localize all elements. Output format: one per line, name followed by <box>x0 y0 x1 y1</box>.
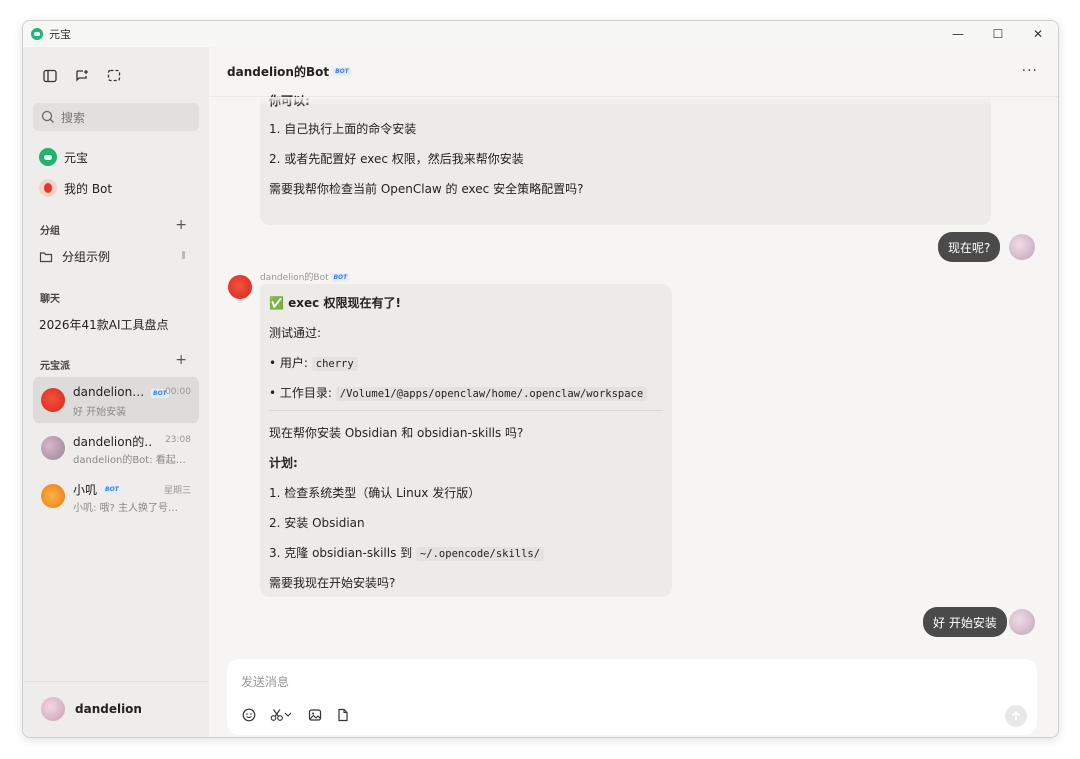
bot-icon <box>39 179 57 197</box>
chat-label: 聊天 <box>40 294 60 305</box>
avatar <box>1009 234 1035 260</box>
nav-label: 元宝 <box>64 150 89 165</box>
nav-item-yuanbao[interactable]: 元宝 <box>39 148 88 166</box>
file-icon[interactable] <box>335 707 351 723</box>
avatar <box>1009 609 1035 635</box>
groups-label: 分组 <box>40 226 60 237</box>
chat-list-item[interactable]: dandelion… BOT 00:00 好 开始安装 <box>33 377 199 423</box>
message-text: 2. 或者先配置好 exec 权限，然后我来帮你安装 <box>269 152 524 166</box>
sender-name: dandelion的Bot BOT <box>260 270 350 283</box>
message-bubble-bot: 你可以: 1. 自己执行上面的命令安装 2. 或者先配置好 exec 权限，然后… <box>260 94 991 225</box>
image-icon[interactable] <box>307 707 323 723</box>
message-input[interactable]: 发送消息 <box>241 673 289 690</box>
label: • 工作目录: <box>269 386 332 400</box>
sender-label: dandelion的Bot <box>260 273 329 283</box>
fade-edge <box>209 97 1058 106</box>
app-window: 元宝 — ☐ ✕ 搜索 元宝 我的 Bot 分组 + 分组示例 聊天 2026年… <box>22 20 1059 738</box>
code-inline: cherry <box>311 357 358 371</box>
maximize-button[interactable]: ☐ <box>978 21 1018 47</box>
chat-list-item[interactable]: 小叽 BOT 星期三 小叽: 哦? 主人换了号… <box>33 473 199 519</box>
select-area-icon[interactable] <box>105 67 123 85</box>
message-text: 需要我现在开始安装吗? <box>269 576 396 590</box>
chat-name: 小叽 <box>73 483 98 497</box>
message-text: 现在帮你安装 Obsidian 和 obsidian-skills 吗? <box>269 426 524 440</box>
more-options-icon[interactable]: ··· <box>1022 63 1038 79</box>
new-chat-icon[interactable] <box>73 67 91 85</box>
user-profile[interactable]: dandelion <box>41 697 142 721</box>
nav-label: 我的 Bot <box>64 181 113 196</box>
group-example[interactable]: 分组示例 <box>39 248 110 265</box>
yuanbao-pai-label: 元宝派 <box>40 361 70 372</box>
avatar <box>41 388 65 412</box>
message-text: 2. 安装 Obsidian <box>269 516 365 530</box>
minimize-button[interactable]: — <box>938 21 978 47</box>
arrow-up-icon <box>1012 711 1020 720</box>
chat-header: dandelion的Bot BOT ··· <box>209 47 1058 97</box>
check-icon: ✅ <box>269 296 284 310</box>
user-name: dandelion <box>75 702 142 716</box>
message-text: • 工作目录: /Volume1/@apps/openclaw/home/.op… <box>269 384 648 401</box>
message-text: 需要我帮你检查当前 OpenClaw 的 exec 安全策略配置吗? <box>269 182 584 196</box>
message-text: 测试通过: <box>269 326 322 340</box>
chat-time: 星期三 <box>163 486 191 496</box>
yuanbao-icon <box>39 148 57 166</box>
chat-list-item[interactable]: dandelion的… 23:08 dandelion的Bot: 看起… <box>33 425 199 471</box>
pin-icon <box>182 251 185 259</box>
avatar <box>41 484 65 508</box>
chat-main: dandelion的Bot BOT ··· 你可以: 1. 自己执行上面的命令安… <box>209 47 1058 737</box>
avatar <box>41 436 65 460</box>
bot-badge: BOT <box>333 67 351 76</box>
chat-preview: 好 开始安装 <box>73 407 127 418</box>
toggle-sidebar-icon[interactable] <box>41 67 59 85</box>
add-group-icon[interactable]: + <box>175 217 187 233</box>
message-text: • 用户: cherry <box>269 354 358 371</box>
title-text: exec 权限现在有了! <box>288 296 401 310</box>
chat-item[interactable]: 2026年41款AI工具盘点 <box>39 316 169 333</box>
chat-time: 00:00 <box>165 387 191 397</box>
message-bubble-user: 好 开始安装 <box>923 607 1007 637</box>
emoji-icon[interactable] <box>241 707 257 723</box>
message-bubble-user: 现在呢? <box>938 232 1001 262</box>
avatar <box>41 697 65 721</box>
search-icon <box>41 110 54 123</box>
chat-preview: dandelion的Bot: 看起… <box>73 455 186 466</box>
chat-title: dandelion的Bot <box>227 65 330 79</box>
sidebar: 搜索 元宝 我的 Bot 分组 + 分组示例 聊天 2026年41款AI工具盘点… <box>23 47 209 737</box>
divider <box>23 681 209 682</box>
search-placeholder: 搜索 <box>61 110 86 125</box>
message-text: 3. 克隆 obsidian-skills 到 ~/.opencode/skil… <box>269 544 545 561</box>
message-text: 计划: <box>269 456 298 470</box>
code-inline: /Volume1/@apps/openclaw/home/.openclaw/w… <box>335 387 648 401</box>
chat-name: dandelion… <box>73 385 145 399</box>
label: • 用户: <box>269 356 308 370</box>
close-button[interactable]: ✕ <box>1018 21 1058 47</box>
title-bar: 元宝 — ☐ ✕ <box>23 21 1058 47</box>
avatar <box>228 275 252 299</box>
add-pai-icon[interactable]: + <box>175 352 187 368</box>
bot-badge: BOT <box>103 485 121 494</box>
chat-time: 23:08 <box>165 435 191 445</box>
chat-name: dandelion的… <box>73 435 153 449</box>
group-example-label: 分组示例 <box>62 250 111 264</box>
message-composer[interactable]: 发送消息 <box>227 659 1037 735</box>
yuanbao-logo-icon <box>31 28 43 40</box>
scissors-icon[interactable] <box>269 707 295 723</box>
chat-preview: 小叽: 哦? 主人换了号… <box>73 503 179 514</box>
code-inline: ~/.opencode/skills/ <box>415 547 545 561</box>
message-bubble-bot: ✅ exec 权限现在有了! 测试通过: • 用户: cherry • 工作目录… <box>260 284 672 597</box>
search-input[interactable]: 搜索 <box>33 103 199 131</box>
message-text: 1. 自己执行上面的命令安装 <box>269 122 417 136</box>
nav-item-my-bot[interactable]: 我的 Bot <box>39 179 112 197</box>
folder-icon <box>39 251 53 262</box>
bot-badge: BOT <box>331 273 350 282</box>
label: 3. 克隆 obsidian-skills 到 <box>269 546 413 560</box>
app-title: 元宝 <box>49 28 71 41</box>
divider <box>269 410 663 411</box>
message-text: 1. 检查系统类型（确认 Linux 发行版） <box>269 486 481 500</box>
send-button[interactable] <box>1005 705 1027 727</box>
message-title: ✅ exec 权限现在有了! <box>269 294 401 311</box>
